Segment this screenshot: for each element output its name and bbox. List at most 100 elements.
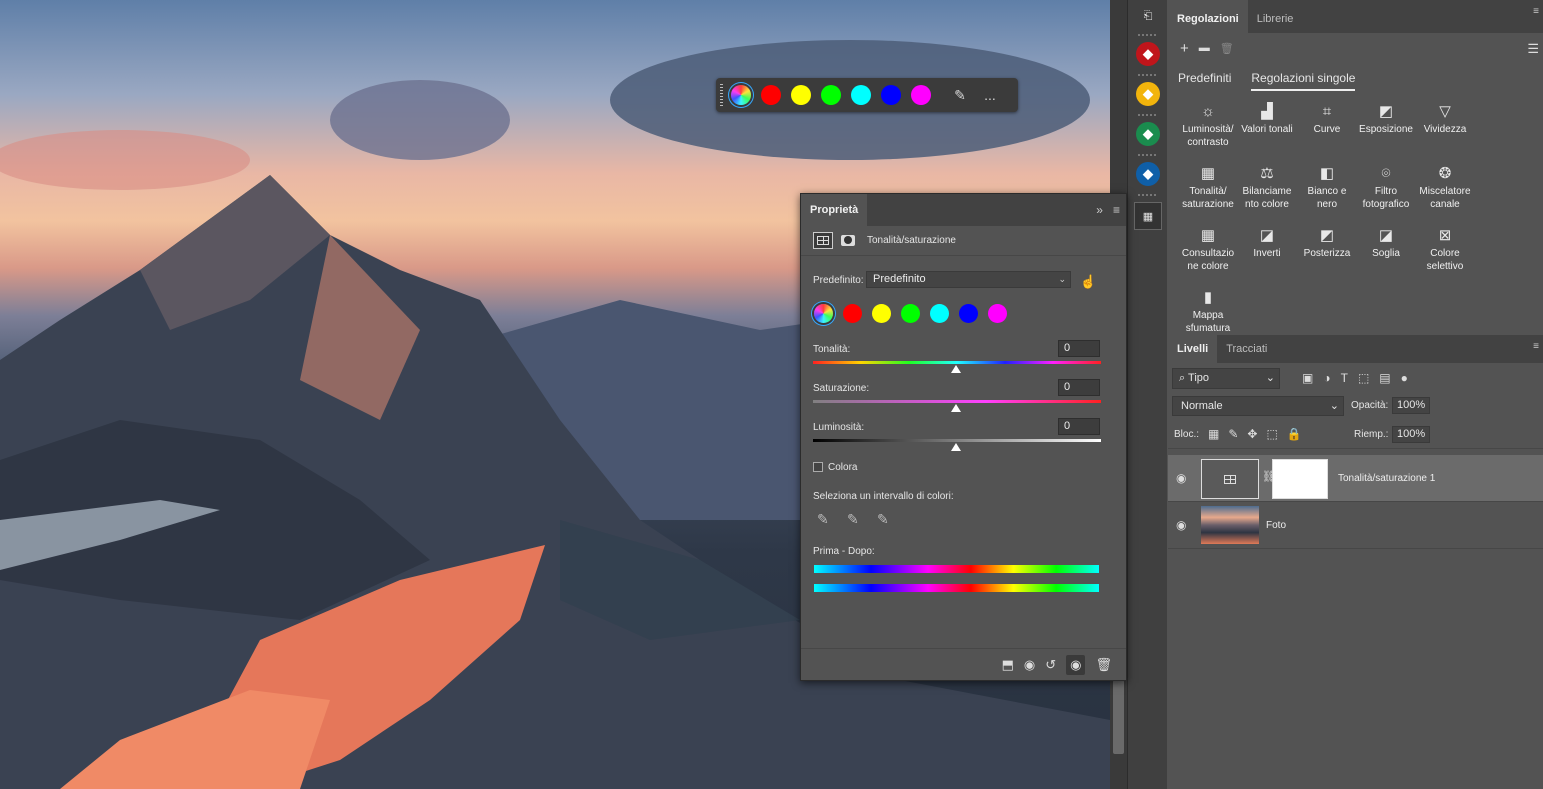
lock-position-icon[interactable]: ✥ <box>1247 427 1257 441</box>
yellow-swatch[interactable] <box>791 85 811 105</box>
adj-channel-mixer[interactable]: ❂ Miscelatore canale <box>1415 165 1475 211</box>
opacity-input[interactable]: 100% <box>1392 397 1430 414</box>
preset-select[interactable]: Predefinito ⌄ <box>866 271 1071 288</box>
layer-name[interactable]: Tonalità/saturazione 1 <box>1338 473 1435 484</box>
collapse-icon[interactable]: » <box>1096 203 1103 217</box>
hue-slider[interactable] <box>813 361 1101 364</box>
layer-row[interactable]: ◉ Foto <box>1168 502 1543 549</box>
layer-mask-thumbnail[interactable] <box>1272 459 1328 499</box>
adj-curves[interactable]: ⌗ Curve <box>1297 103 1357 136</box>
adj-hue-saturation[interactable]: ▦ Tonalità/ saturazione <box>1178 165 1238 211</box>
lightness-slider[interactable] <box>813 439 1101 442</box>
adjustment-layer-thumbnail[interactable] <box>1201 459 1259 499</box>
tab-paths[interactable]: Tracciati <box>1217 335 1276 363</box>
adj-color-lookup[interactable]: ▦ Consultazio ne colore <box>1178 227 1238 273</box>
lock-artboard-icon[interactable]: ⬚ <box>1266 427 1277 441</box>
red-swatch[interactable] <box>761 85 781 105</box>
lock-transparent-icon[interactable]: ▦ <box>1208 427 1219 441</box>
folder-icon[interactable]: ▬ <box>1199 42 1210 54</box>
scroll-thumb[interactable] <box>1113 680 1124 754</box>
panel-menu-icon[interactable]: ≡ <box>1113 203 1120 217</box>
adj-threshold[interactable]: ◪ Soglia <box>1356 227 1416 260</box>
view-previous-icon[interactable]: ◉ <box>1024 657 1035 673</box>
lock-all-icon[interactable]: 🔒 <box>1287 427 1302 441</box>
tab-layers[interactable]: Livelli <box>1168 335 1218 363</box>
saturation-slider-knob[interactable] <box>951 404 961 412</box>
photo-layer-thumbnail[interactable] <box>1201 506 1259 544</box>
lightness-input[interactable]: 0 <box>1058 418 1100 435</box>
blue-plugin-icon[interactable]: ◆ <box>1134 160 1162 188</box>
hue-quick-toolbar[interactable]: ✎ ... <box>716 78 1018 112</box>
drag-grip[interactable] <box>720 84 723 106</box>
mask-icon[interactable] <box>838 232 858 249</box>
adj-photo-filter[interactable]: ⌾ Filtro fotografico <box>1356 165 1416 211</box>
subtab-presets[interactable]: Predefiniti <box>1178 71 1231 85</box>
all-colors-swatch[interactable] <box>814 304 833 323</box>
adjustment-filter-icon[interactable]: ◑ <box>1323 371 1330 385</box>
panel-menu-icon[interactable]: ≡ <box>1533 341 1539 352</box>
adj-black-white[interactable]: ◧ Bianco e nero <box>1297 165 1357 211</box>
adj-brightness-contrast[interactable]: ☼ Luminosità/ contrasto <box>1178 103 1238 149</box>
adj-invert[interactable]: ◪ Inverti <box>1237 227 1297 260</box>
panel-menu-icon[interactable]: ≡ <box>1533 6 1539 17</box>
hue-input[interactable]: 0 <box>1058 340 1100 357</box>
shape-filter-icon[interactable]: ⬚ <box>1358 371 1369 385</box>
cyan-swatch[interactable] <box>930 304 949 323</box>
eyedropper-icon[interactable]: ✎ <box>817 511 837 531</box>
tab-properties[interactable]: Proprietà <box>801 194 868 226</box>
layer-row[interactable]: ◉ ⛓ Tonalità/saturazione 1 <box>1168 455 1543 502</box>
adjustment-icon[interactable] <box>813 232 833 249</box>
smart-object-filter-icon[interactable]: ▤ <box>1379 371 1390 385</box>
lock-brush-icon[interactable]: ✎ <box>1228 427 1238 441</box>
adj-exposure[interactable]: ◩ Esposizione <box>1356 103 1416 136</box>
hand-target-icon[interactable]: ☝ <box>1080 274 1096 290</box>
adj-vibrance[interactable]: ▽ Vividezza <box>1415 103 1475 136</box>
red-plugin-icon[interactable]: ◆ <box>1134 40 1162 68</box>
yellow-swatch[interactable] <box>872 304 891 323</box>
lightness-slider-knob[interactable] <box>951 443 961 451</box>
saturation-input[interactable]: 0 <box>1058 379 1100 396</box>
magenta-swatch[interactable] <box>911 85 931 105</box>
trash-icon[interactable]: 🗑 <box>1220 42 1234 55</box>
blend-mode-select[interactable]: Normale ⌄ <box>1172 396 1344 416</box>
more-icon[interactable]: ... <box>979 84 1001 106</box>
layer-kind-filter[interactable]: ⌕ Tipo ⌄ <box>1172 368 1280 389</box>
type-filter-icon[interactable]: T <box>1341 371 1348 385</box>
adj-gradient-map[interactable]: ▮ Mappa sfumatura <box>1178 289 1238 335</box>
all-colors-swatch[interactable] <box>731 85 751 105</box>
eyedropper-minus-icon[interactable]: ✎ <box>877 511 897 531</box>
trash-icon[interactable]: 🗑 <box>1095 657 1112 673</box>
blue-swatch[interactable] <box>881 85 901 105</box>
visibility-eye-icon[interactable]: ◉ <box>1066 654 1086 675</box>
hue-slider-knob[interactable] <box>951 365 961 373</box>
green-swatch[interactable] <box>821 85 841 105</box>
blue-swatch[interactable] <box>959 304 978 323</box>
subtab-single-adjustments[interactable]: Regolazioni singole <box>1251 71 1356 91</box>
cyan-swatch[interactable] <box>851 85 871 105</box>
saturation-slider[interactable] <box>813 400 1101 403</box>
stamp-icon[interactable]: ⎗ <box>1134 2 1162 30</box>
layer-name[interactable]: Foto <box>1266 520 1286 531</box>
properties-panel-icon[interactable]: ▦ <box>1134 202 1162 230</box>
tab-libraries[interactable]: Librerie <box>1248 0 1303 33</box>
red-swatch[interactable] <box>843 304 862 323</box>
clip-to-layer-icon[interactable]: ⬒ <box>1002 657 1014 673</box>
green-swatch[interactable] <box>901 304 920 323</box>
list-view-icon[interactable]: ☰ <box>1527 41 1539 57</box>
adj-color-balance[interactable]: ⚖ Bilanciame nto colore <box>1237 165 1297 211</box>
add-icon[interactable]: + <box>1180 40 1189 57</box>
visibility-eye-icon[interactable]: ◉ <box>1176 471 1186 485</box>
filter-toggle-icon[interactable]: ● <box>1401 371 1408 385</box>
eyedropper-plus-icon[interactable]: ✎ <box>847 511 867 531</box>
adj-levels[interactable]: ▟ Valori tonali <box>1237 103 1297 136</box>
green-plugin-icon[interactable]: ◆ <box>1134 120 1162 148</box>
magenta-swatch[interactable] <box>988 304 1007 323</box>
adj-posterize[interactable]: ◩ Posterizza <box>1297 227 1357 260</box>
reset-icon[interactable]: ↺ <box>1045 657 1056 673</box>
yellow-plugin-icon[interactable]: ◆ <box>1134 80 1162 108</box>
colorize-checkbox[interactable]: Colora <box>813 462 857 473</box>
tab-adjustments[interactable]: Regolazioni <box>1168 0 1248 33</box>
fill-input[interactable]: 100% <box>1392 426 1430 443</box>
eyedropper-icon[interactable]: ✎ <box>949 84 971 106</box>
adj-selective-color[interactable]: ⊠ Colore selettivo <box>1415 227 1475 273</box>
